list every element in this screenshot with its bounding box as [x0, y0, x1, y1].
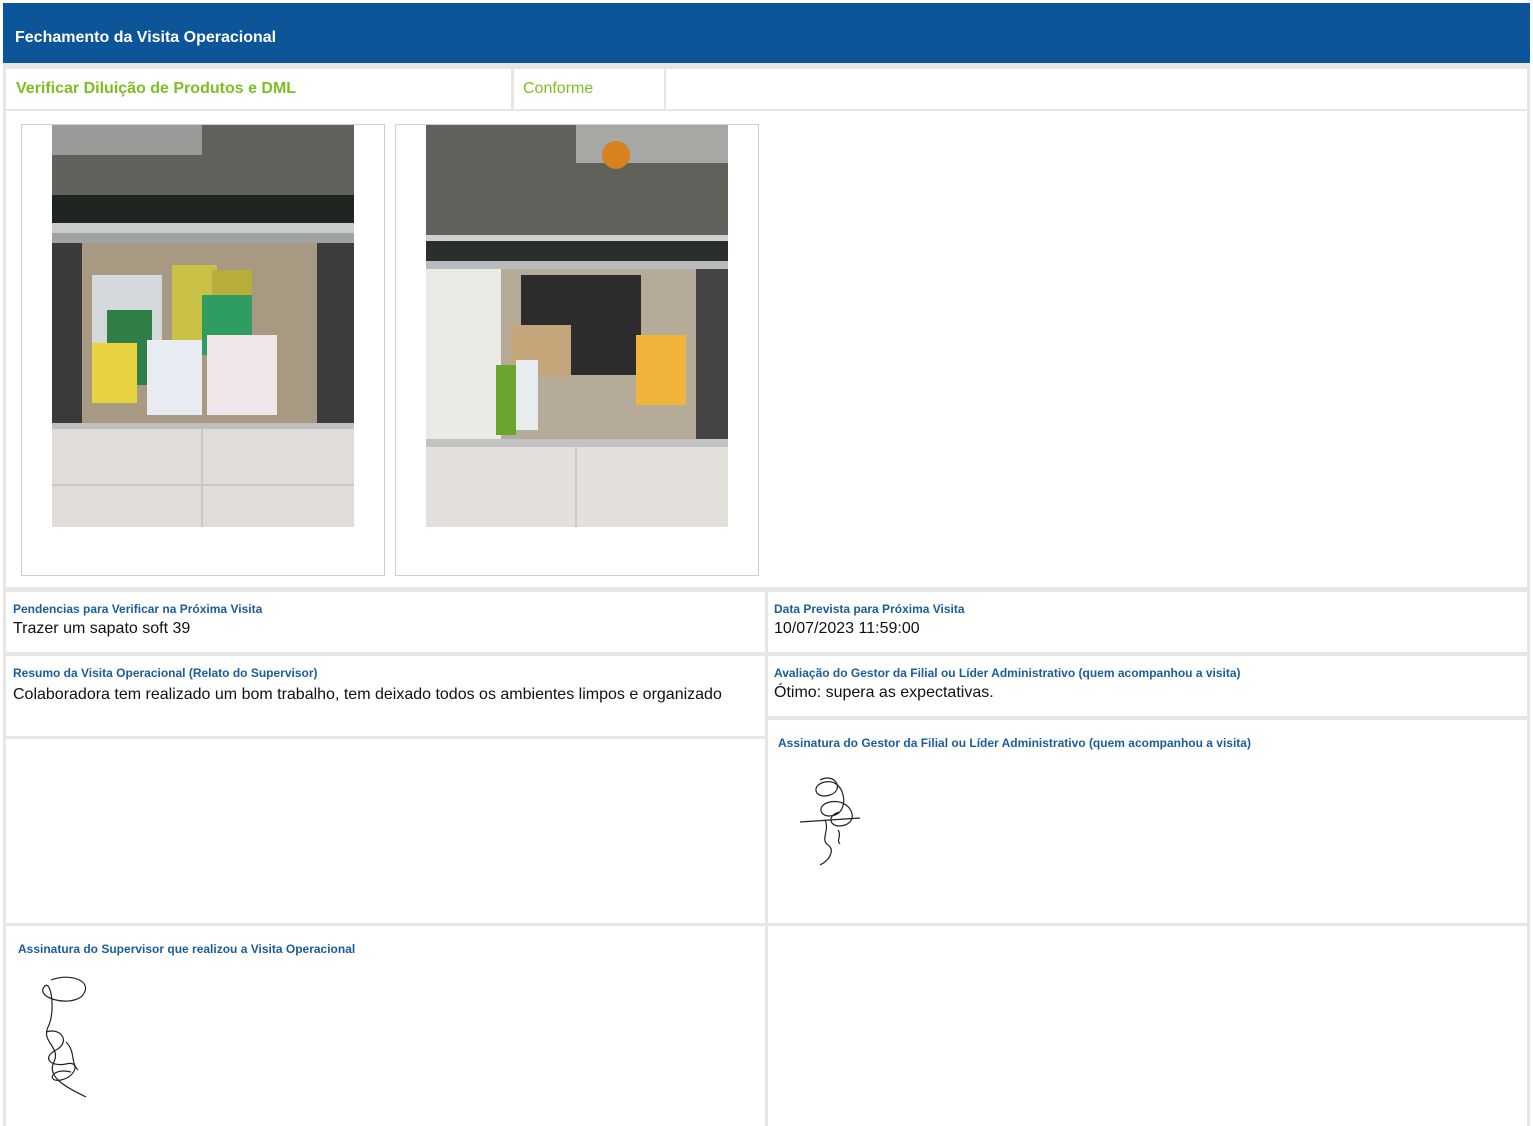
item-empty-cell	[666, 69, 1527, 109]
photo-card-1[interactable]	[21, 124, 385, 576]
item-name-cell: Verificar Diluição de Produtos e DML	[6, 69, 511, 109]
pendencias-value: Trazer um sapato soft 39	[13, 620, 191, 637]
assinatura-gestor-label: Assinatura do Gestor da Filial ou Líder …	[778, 736, 1251, 750]
status-badge: Conforme	[523, 80, 594, 97]
gestor-signature	[799, 777, 861, 866]
avaliacao-cell: Avaliação do Gestor da Filial ou Líder A…	[768, 656, 1527, 716]
assinatura-gestor-cell: Assinatura do Gestor da Filial ou Líder …	[768, 720, 1527, 923]
resumo-label: Resumo da Visita Operacional (Relato do …	[13, 666, 318, 680]
resumo-value: Colaboradora tem realizado um bom trabal…	[13, 686, 722, 703]
item-name: Verificar Diluição de Produtos e DML	[16, 80, 297, 97]
avaliacao-label: Avaliação do Gestor da Filial ou Líder A…	[774, 666, 1241, 680]
avaliacao-value: Ótimo: supera as expectativas.	[774, 684, 994, 701]
photo-under-sink-2[interactable]	[426, 125, 728, 527]
assinatura-supervisor-cell: Assinatura do Supervisor que realizou a …	[6, 926, 765, 1126]
pendencias-label: Pendencias para Verificar na Próxima Vis…	[13, 602, 263, 616]
photo-under-sink-1[interactable]	[52, 125, 354, 527]
page-header: Fechamento da Visita Operacional	[3, 3, 1530, 63]
photo-card-2[interactable]	[395, 124, 759, 576]
resumo-cell: Resumo da Visita Operacional (Relato do …	[6, 656, 765, 736]
pendencias-cell: Pendencias para Verificar na Próxima Vis…	[6, 592, 765, 652]
data-prevista-label: Data Prevista para Próxima Visita	[774, 602, 965, 616]
resumo-empty-cell	[6, 739, 765, 923]
data-prevista-cell: Data Prevista para Próxima Visita 10/07/…	[768, 592, 1527, 652]
page-title: Fechamento da Visita Operacional	[15, 29, 277, 46]
photo-under-sink-1-image	[52, 125, 354, 527]
data-prevista-value: 10/07/2023 11:59:00	[774, 620, 920, 637]
photo-under-sink-2-image	[426, 125, 728, 527]
supervisor-signature	[42, 976, 87, 1098]
item-status-cell: Conforme	[514, 69, 664, 109]
assinatura-supervisor-label: Assinatura do Supervisor que realizou a …	[18, 942, 356, 956]
supervisor-empty-cell	[768, 926, 1527, 1126]
